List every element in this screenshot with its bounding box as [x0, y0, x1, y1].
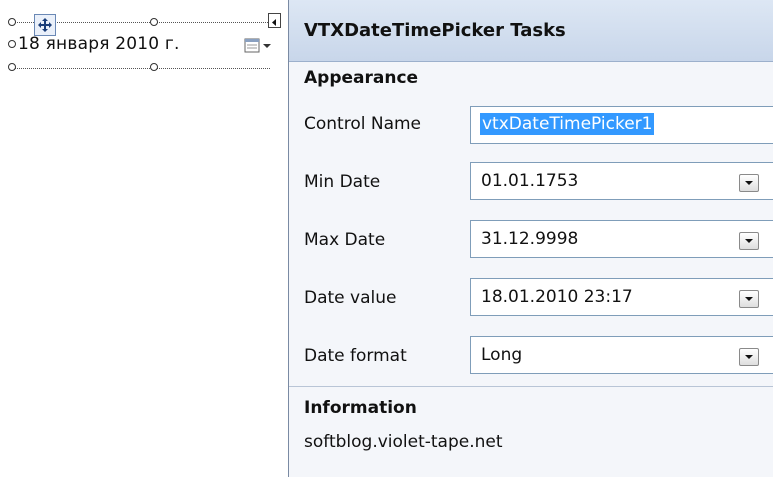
date-value-row: Date value 18.01.2010 23:17 — [289, 268, 773, 326]
max-date-value: 31.12.9998 — [481, 229, 579, 249]
date-value-label: Date value — [304, 288, 397, 308]
calendar-dropdown-icon — [244, 38, 271, 53]
min-date-dropdown[interactable]: 01.01.1753 — [470, 162, 773, 200]
min-date-label: Min Date — [304, 172, 381, 192]
max-date-label: Max Date — [304, 230, 386, 250]
date-format-dropdown-button[interactable] — [739, 348, 759, 366]
date-value-dropdown-button[interactable] — [739, 290, 759, 308]
max-date-row: Max Date 31.12.9998 — [289, 210, 773, 268]
datetimepicker-text[interactable]: 18 января 2010 г. — [18, 34, 180, 54]
move-glyph-icon[interactable] — [34, 14, 56, 36]
smart-tag-panel: VTXDateTimePicker Tasks Appearance Contr… — [288, 0, 773, 477]
min-date-row: Min Date 01.01.1753 — [289, 152, 773, 210]
control-name-label: Control Name — [304, 114, 422, 134]
min-date-dropdown-button[interactable] — [739, 174, 759, 192]
smart-tag-glyph[interactable] — [268, 13, 281, 28]
control-name-selected-text: vtxDateTimePicker1 — [480, 113, 655, 135]
chevron-down-icon — [745, 181, 753, 185]
move-arrows-icon — [38, 18, 52, 32]
info-link[interactable]: softblog.violet-tape.net — [289, 428, 773, 452]
date-format-dropdown[interactable]: Long — [470, 336, 773, 374]
resize-handle-top[interactable] — [150, 18, 158, 26]
resize-handle-left[interactable] — [8, 40, 16, 48]
max-date-dropdown-button[interactable] — [739, 232, 759, 250]
chevron-down-icon — [745, 297, 753, 301]
control-name-row: Control Name vtxDateTimePicker1 — [289, 94, 773, 152]
min-date-value: 01.01.1753 — [481, 171, 579, 191]
resize-handle-bottom-left[interactable] — [8, 63, 16, 71]
date-format-row: Date format Long — [289, 326, 773, 386]
datetimepicker-dropdown[interactable] — [244, 36, 274, 56]
date-format-value: Long — [481, 345, 523, 365]
date-value-dropdown[interactable]: 18.01.2010 23:17 — [470, 278, 773, 316]
panel-header: VTXDateTimePicker Tasks — [289, 0, 773, 62]
appearance-section-header: Appearance — [304, 68, 419, 88]
resize-handle-bottom[interactable] — [150, 63, 158, 71]
chevron-down-icon — [745, 239, 753, 243]
designer-surface: 18 января 2010 г. — [0, 0, 288, 477]
date-format-label: Date format — [304, 346, 407, 366]
max-date-dropdown[interactable]: 31.12.9998 — [470, 220, 773, 258]
resize-handle-top-left[interactable] — [8, 18, 16, 26]
date-value-value: 18.01.2010 23:17 — [481, 287, 633, 307]
panel-title: VTXDateTimePicker Tasks — [304, 20, 566, 41]
information-section-header: Information — [289, 386, 773, 428]
collapse-arrow-icon — [272, 19, 276, 26]
chevron-down-icon — [745, 355, 753, 359]
